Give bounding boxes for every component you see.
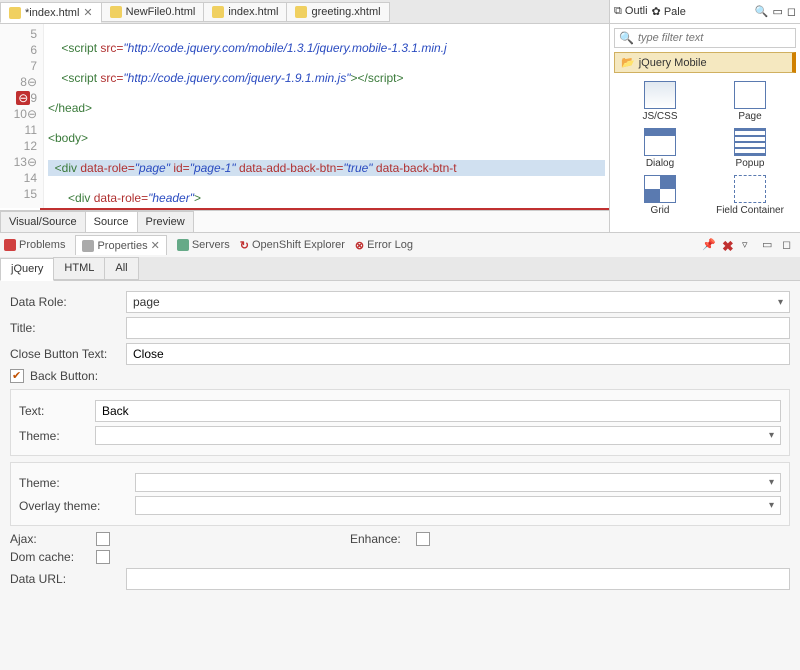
view-errorlog[interactable]: ⊗Error Log [355,239,413,252]
prop-label: Ajax: [10,532,90,546]
jscss-icon [644,81,676,109]
html-file-icon [110,6,122,18]
palette-item-grid[interactable]: Grid [618,175,702,216]
editor-mode-tabs: Visual/Source Source Preview [0,211,193,232]
html-file-icon [9,7,21,19]
prop-label: Back Button: [30,369,98,383]
code-area[interactable]: 567 8⊖ ⊖9 10⊖1112 13⊖1415 <script src="h… [0,24,609,208]
maximize-icon[interactable]: ◻ [782,238,796,252]
pin-icon[interactable]: 📌 [702,238,716,252]
fieldcontainer-icon [734,175,766,203]
palette-category-label: jQuery Mobile [639,57,707,69]
search-icon: 🔍 [619,31,634,45]
prop-label: Data URL: [10,572,120,586]
prop-tab-all[interactable]: All [104,257,138,280]
overlay-theme-select[interactable] [135,496,781,515]
dialog-icon [644,128,676,156]
error-marker-icon: ⊖ [16,91,30,105]
editor-tab-label: *index.html [25,7,79,19]
delete-icon[interactable]: ✖ [722,238,736,252]
page-icon [734,81,766,109]
domcache-checkbox[interactable] [96,550,110,564]
palette-view-tab[interactable]: ✿ Pale [652,5,686,18]
line-gutter: 567 8⊖ ⊖9 10⊖1112 13⊖1415 [0,24,44,208]
editor-mode-tab[interactable]: Visual/Source [0,211,86,232]
palette-item-jscss[interactable]: JS/CSS [618,81,702,122]
maximize-icon[interactable]: ◻ [787,5,796,18]
servers-icon [177,239,189,251]
outline-view-tab[interactable]: ⧉ Outli [614,5,648,18]
palette-item-dialog[interactable]: Dialog [618,128,702,169]
popup-icon [734,128,766,156]
prop-tab-html[interactable]: HTML [53,257,105,280]
prop-label: Overlay theme: [19,499,129,513]
prop-label: Theme: [19,476,129,490]
back-button-checkbox[interactable] [10,369,24,383]
errorlog-icon: ⊗ [355,239,364,252]
palette-category[interactable]: 📂 jQuery Mobile [614,52,796,73]
views-tabbar: Problems Properties ✕ Servers ↻OpenShift… [0,233,800,257]
theme-select[interactable] [135,473,781,492]
html-file-icon [295,6,307,18]
palette-filter-input[interactable] [638,32,791,44]
editor-tab-label: greeting.xhtml [311,6,380,18]
editor-tab[interactable]: index.html [203,2,287,22]
prop-label: Text: [19,404,89,418]
code-editor-pane: *index.html ✕ NewFile0.html index.html gr… [0,0,610,232]
editor-tab-active[interactable]: *index.html ✕ [0,2,102,23]
editor-tab-label: NewFile0.html [126,6,196,18]
prop-label: Close Button Text: [10,347,120,361]
view-servers[interactable]: Servers [177,239,230,251]
editor-tab-label: index.html [228,6,278,18]
prop-tab-jquery[interactable]: jQuery [0,258,54,281]
editor-tabbar: *index.html ✕ NewFile0.html index.html gr… [0,0,609,24]
folder-icon: 📂 [621,56,635,69]
palette-pane: ⧉ Outli ✿ Pale 🔍 ▭ ◻ 🔍 📂 jQuery Mobile J… [610,0,800,232]
back-button-section: Text: Theme: [10,389,790,456]
enhance-checkbox[interactable] [416,532,430,546]
title-input[interactable] [126,317,790,339]
ajax-checkbox[interactable] [96,532,110,546]
editor-mode-tab[interactable]: Preview [137,211,194,232]
prop-label: Dom cache: [10,550,90,564]
palette-item-page[interactable]: Page [708,81,792,122]
prop-label: Title: [10,321,120,335]
view-openshift[interactable]: ↻OpenShift Explorer [240,239,345,252]
prop-label: Data Role: [10,295,120,309]
search-icon[interactable]: 🔍 [755,5,769,18]
data-role-select[interactable]: page [126,291,790,313]
html-file-icon [212,6,224,18]
view-problems[interactable]: Problems [4,239,65,251]
palette-item-fieldcontainer[interactable]: Field Container [708,175,792,216]
back-text-input[interactable] [95,400,781,422]
theme-section: Theme: Overlay theme: [10,462,790,526]
code-text[interactable]: <script src="http://code.jquery.com/mobi… [44,24,609,208]
menu-icon[interactable]: ▿ [742,238,756,252]
back-theme-select[interactable] [95,426,781,445]
openshift-icon: ↻ [240,239,249,252]
editor-mode-tab[interactable]: Source [85,211,138,232]
close-icon[interactable]: ✕ [83,6,92,19]
properties-pane: Problems Properties ✕ Servers ↻OpenShift… [0,232,800,670]
prop-label: Theme: [19,429,89,443]
data-url-input[interactable] [126,568,790,590]
palette-item-popup[interactable]: Popup [708,128,792,169]
minimize-icon[interactable]: ▭ [762,238,776,252]
close-icon[interactable]: ✕ [151,239,160,252]
properties-icon [82,240,94,252]
editor-tab[interactable]: greeting.xhtml [286,2,389,22]
property-tabbar: jQuery HTML All [0,257,800,281]
view-properties[interactable]: Properties ✕ [75,235,166,255]
grid-icon [644,175,676,203]
prop-label: Enhance: [350,532,410,546]
close-button-text-input[interactable] [126,343,790,365]
editor-tab[interactable]: NewFile0.html [101,2,205,22]
minimize-icon[interactable]: ▭ [772,5,782,18]
palette-filter[interactable]: 🔍 [614,28,796,48]
problems-icon [4,239,16,251]
